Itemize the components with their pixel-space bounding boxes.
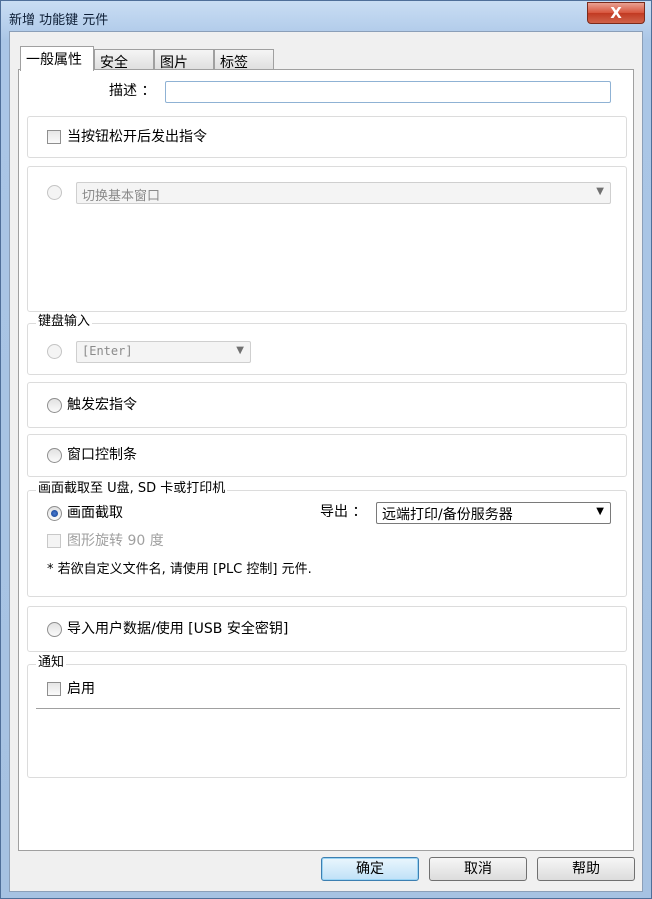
general-tab-panel: 描述 ： 当按钮松开后发出指令 切换基本窗口 ▼ 键盘输入 [Enter] ▼ …: [18, 69, 634, 851]
export-select[interactable]: 远端打印/备份服务器 ▼: [376, 502, 611, 524]
window-bar-radio[interactable]: [47, 448, 62, 463]
notification-group: 通知 启用: [27, 655, 627, 778]
switch-window-group: 切换基本窗口 ▼: [27, 166, 627, 312]
custom-filename-note: * 若欲自定义文件名, 请使用 [PLC 控制] 元件.: [47, 562, 312, 577]
window-title: 新增 功能键 元件: [9, 13, 109, 28]
screen-capture-radio[interactable]: [47, 506, 62, 521]
release-command-checkbox[interactable]: [47, 130, 61, 144]
help-button[interactable]: 帮助: [537, 857, 635, 881]
notification-enable-label: 启用: [67, 681, 95, 697]
title-bar[interactable]: 新增 功能键 元件 X: [1, 1, 651, 31]
rotate-label: 图形旋转 90 度: [67, 533, 164, 549]
tab-security[interactable]: 安全: [94, 49, 154, 71]
screen-capture-group: 画面截取至 U盘, SD 卡或打印机 画面截取 导出 ： 远端打印/备份服务器 …: [27, 481, 627, 597]
export-value: 远端打印/备份服务器: [382, 507, 513, 523]
dialog-body: 一般属性 安全 图片 标签 描述 ： 当按钮松开后发出指令 切换基本窗口 ▼ 键…: [9, 31, 643, 892]
cancel-button[interactable]: 取消: [429, 857, 527, 881]
keyboard-input-caption: 键盘输入: [36, 314, 93, 330]
screen-capture-caption: 画面截取至 U盘, SD 卡或打印机: [36, 481, 228, 497]
trigger-macro-radio[interactable]: [47, 398, 62, 413]
keyboard-key-value: [Enter]: [82, 344, 133, 358]
keyboard-input-group: 键盘输入 [Enter] ▼: [27, 314, 627, 375]
release-command-label: 当按钮松开后发出指令: [67, 129, 207, 145]
import-user-label: 导入用户数据/使用 [USB 安全密钥]: [67, 621, 289, 637]
ok-button[interactable]: 确定: [321, 857, 419, 881]
window-bar-label: 窗口控制条: [67, 447, 137, 463]
switch-window-value: 切换基本窗口: [82, 189, 161, 204]
export-label: 导出 ：: [320, 504, 367, 520]
import-user-group: 导入用户数据/使用 [USB 安全密钥]: [27, 606, 627, 652]
import-user-radio[interactable]: [47, 622, 62, 637]
rotate-checkbox[interactable]: [47, 534, 61, 548]
description-label: 描述 ：: [109, 83, 156, 99]
window-bar-group: 窗口控制条: [27, 434, 627, 477]
close-button[interactable]: X: [587, 2, 645, 24]
chevron-down-icon: ▼: [236, 345, 244, 356]
close-icon: X: [610, 4, 622, 22]
chevron-down-icon: ▼: [596, 506, 604, 517]
description-input[interactable]: [165, 81, 611, 103]
tab-general[interactable]: 一般属性: [20, 46, 94, 71]
switch-window-select[interactable]: 切换基本窗口 ▼: [76, 182, 611, 204]
notification-enable-checkbox[interactable]: [47, 682, 61, 696]
tab-label[interactable]: 标签: [214, 49, 274, 71]
trigger-macro-group: 触发宏指令: [27, 382, 627, 428]
screen-capture-label: 画面截取: [67, 505, 123, 521]
trigger-macro-label: 触发宏指令: [67, 397, 137, 413]
notification-caption: 通知: [36, 655, 67, 671]
switch-window-radio[interactable]: [47, 185, 62, 200]
tab-image[interactable]: 图片: [154, 49, 214, 71]
dialog-window: 新增 功能键 元件 X 一般属性 安全 图片 标签 描述 ： 当按钮松开后发出指…: [0, 0, 652, 899]
keyboard-input-radio[interactable]: [47, 344, 62, 359]
chevron-down-icon: ▼: [596, 186, 604, 197]
notification-divider: [36, 708, 620, 709]
keyboard-key-select[interactable]: [Enter] ▼: [76, 341, 251, 363]
release-command-group: 当按钮松开后发出指令: [27, 116, 627, 158]
